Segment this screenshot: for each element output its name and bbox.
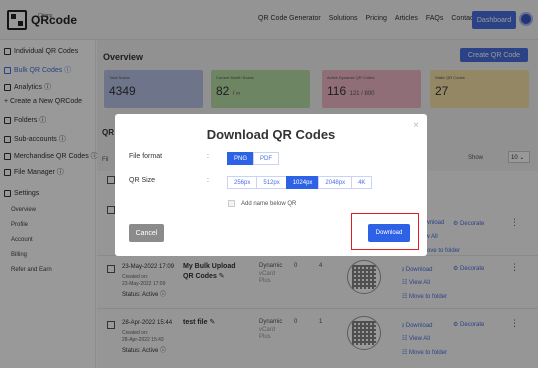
add-name-checkbox[interactable] [228, 200, 235, 207]
cancel-button[interactable]: Cancel [129, 224, 164, 242]
size-option-256[interactable]: 256px [227, 176, 258, 189]
qr-size-label: QR Size [129, 177, 156, 184]
size-option-2048[interactable]: 2048px [318, 176, 353, 189]
format-option-png[interactable]: PNG [227, 152, 255, 165]
download-qr-modal: Download QR Codes × File format : PNG PD… [115, 114, 427, 256]
download-button[interactable]: Download [368, 224, 410, 242]
close-icon[interactable]: × [413, 120, 419, 131]
add-name-option[interactable]: Add name below QR [228, 200, 296, 207]
add-name-label: Add name below QR [241, 200, 297, 207]
colon: : [207, 177, 209, 184]
size-option-4k[interactable]: 4K [351, 176, 373, 189]
file-format-label: File format [129, 153, 163, 160]
colon: : [207, 153, 209, 160]
size-option-512[interactable]: 512px [256, 176, 287, 189]
size-option-1024[interactable]: 1024px [285, 176, 320, 189]
file-format-toggle: PNG PDF [227, 152, 280, 165]
modal-title: Download QR Codes [206, 127, 336, 142]
qr-size-toggle: 256px 512px 1024px 2048px 4K [227, 176, 373, 189]
format-option-pdf[interactable]: PDF [253, 152, 280, 165]
